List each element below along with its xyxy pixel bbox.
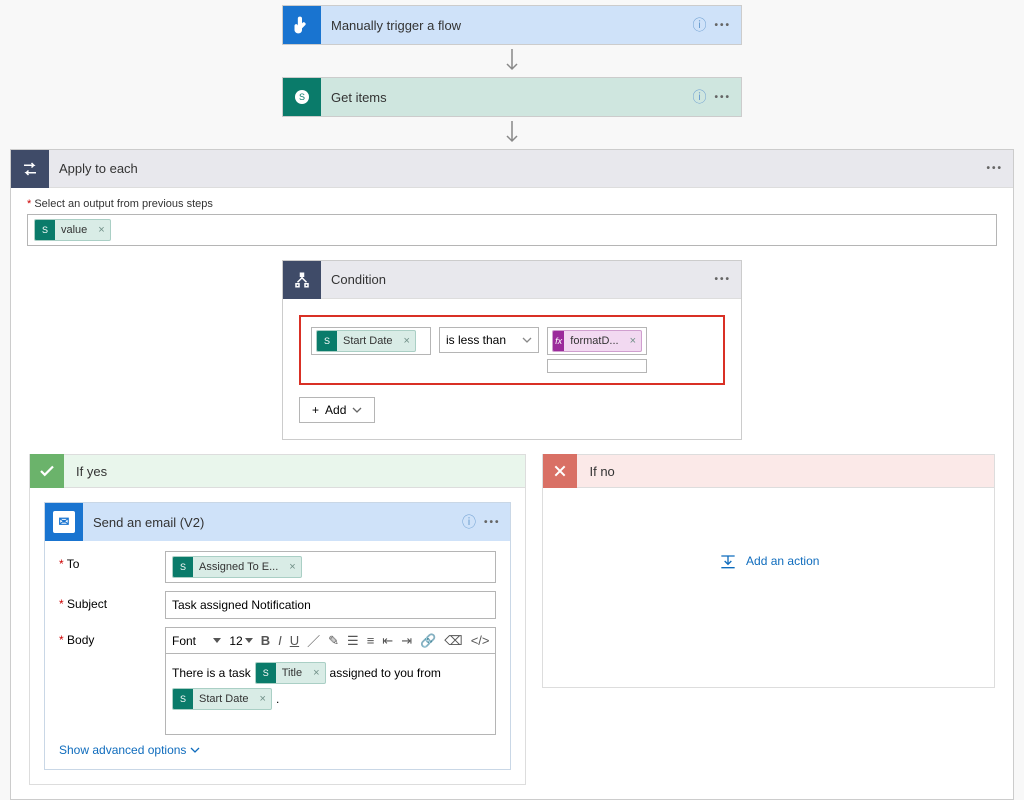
more-menu-icon[interactable]: •••	[484, 517, 501, 528]
apply-title: Apply to each	[49, 161, 986, 176]
clear-button[interactable]: ⌫	[444, 633, 462, 649]
condition-header[interactable]: Condition •••	[283, 261, 741, 299]
italic-button[interactable]: I	[278, 633, 282, 648]
getitems-header[interactable]: S Get items ⓘ •••	[283, 78, 741, 116]
remove-token-icon[interactable]: ×	[93, 224, 109, 236]
outdent-button[interactable]: ⇤	[382, 633, 393, 649]
apply-header[interactable]: Apply to each •••	[11, 150, 1013, 188]
condition-icon	[283, 261, 321, 299]
email-title: Send an email (V2)	[83, 515, 462, 530]
loop-icon	[11, 150, 49, 188]
show-advanced-link[interactable]: Show advanced options	[59, 743, 200, 757]
startdate-token[interactable]: S Start Date ×	[316, 330, 416, 352]
title-token[interactable]: STitle×	[255, 662, 326, 684]
startdate-token[interactable]: SStart Date×	[172, 688, 272, 710]
fontsize-select[interactable]: 12	[229, 634, 252, 648]
formatdate-token[interactable]: fx formatD... ×	[552, 330, 642, 352]
link-button[interactable]: 🔗	[420, 633, 436, 649]
sharepoint-icon: S	[283, 78, 321, 116]
remove-token-icon[interactable]: ×	[625, 335, 641, 347]
help-icon[interactable]: ⓘ	[692, 87, 706, 107]
plus-icon: +	[312, 403, 319, 417]
subject-field[interactable]: Task assigned Notification	[165, 591, 496, 619]
close-icon	[543, 454, 577, 488]
color-button[interactable]: ／	[307, 631, 320, 650]
rte-toolbar: Font 12 B I U ／ ✎ ☰ ≡	[165, 627, 496, 654]
trigger-title: Manually trigger a flow	[321, 18, 692, 33]
to-field[interactable]: S Assigned To E... ×	[165, 551, 496, 583]
code-button[interactable]: </>	[471, 633, 490, 648]
condition-extra-field[interactable]	[547, 359, 647, 373]
remove-token-icon[interactable]: ×	[308, 667, 324, 679]
trigger-header[interactable]: Manually trigger a flow ⓘ •••	[283, 6, 741, 44]
more-menu-icon[interactable]: •••	[986, 163, 1003, 174]
font-select[interactable]: Font	[172, 634, 221, 648]
if-yes-header[interactable]: If yes	[29, 454, 526, 488]
more-menu-icon[interactable]: •••	[714, 20, 731, 31]
value-token[interactable]: S value ×	[34, 219, 111, 241]
condition-right-field[interactable]: fx formatD... ×	[547, 327, 647, 355]
highlight-button[interactable]: ✎	[328, 633, 339, 649]
if-no-header[interactable]: If no	[542, 454, 995, 488]
remove-token-icon[interactable]: ×	[284, 561, 300, 573]
output-label: Select an output from previous steps	[27, 198, 997, 210]
to-label: To	[59, 551, 165, 571]
manual-trigger-icon	[283, 6, 321, 44]
assignedto-token[interactable]: S Assigned To E... ×	[172, 556, 302, 578]
operator-select[interactable]: is less than	[439, 327, 539, 353]
condition-left-field[interactable]: S Start Date ×	[311, 327, 431, 355]
email-header[interactable]: ✉ Send an email (V2) ⓘ •••	[45, 503, 510, 541]
help-icon[interactable]: ⓘ	[462, 512, 476, 532]
bold-button[interactable]: B	[261, 633, 270, 648]
number-button[interactable]: ≡	[367, 633, 375, 648]
condition-row: S Start Date × is less than fx	[299, 315, 725, 385]
help-icon[interactable]: ⓘ	[692, 15, 706, 35]
more-menu-icon[interactable]: •••	[714, 274, 731, 285]
add-condition-button[interactable]: + Add	[299, 397, 375, 423]
body-field[interactable]: There is a task STitle× assigned to you …	[165, 654, 496, 735]
add-action-button[interactable]: Add an action	[557, 552, 980, 570]
output-input[interactable]: S value ×	[27, 214, 997, 246]
underline-button[interactable]: U	[290, 633, 299, 648]
remove-token-icon[interactable]: ×	[255, 693, 271, 705]
subject-label: Subject	[59, 591, 165, 611]
getitems-title: Get items	[321, 90, 692, 105]
bullet-button[interactable]: ☰	[347, 633, 359, 649]
more-menu-icon[interactable]: •••	[714, 92, 731, 103]
condition-title: Condition	[321, 272, 714, 287]
outlook-icon: ✉	[45, 503, 83, 541]
indent-button[interactable]: ⇥	[401, 633, 412, 649]
remove-token-icon[interactable]: ×	[399, 335, 415, 347]
check-icon	[30, 454, 64, 488]
body-label: Body	[59, 627, 165, 647]
